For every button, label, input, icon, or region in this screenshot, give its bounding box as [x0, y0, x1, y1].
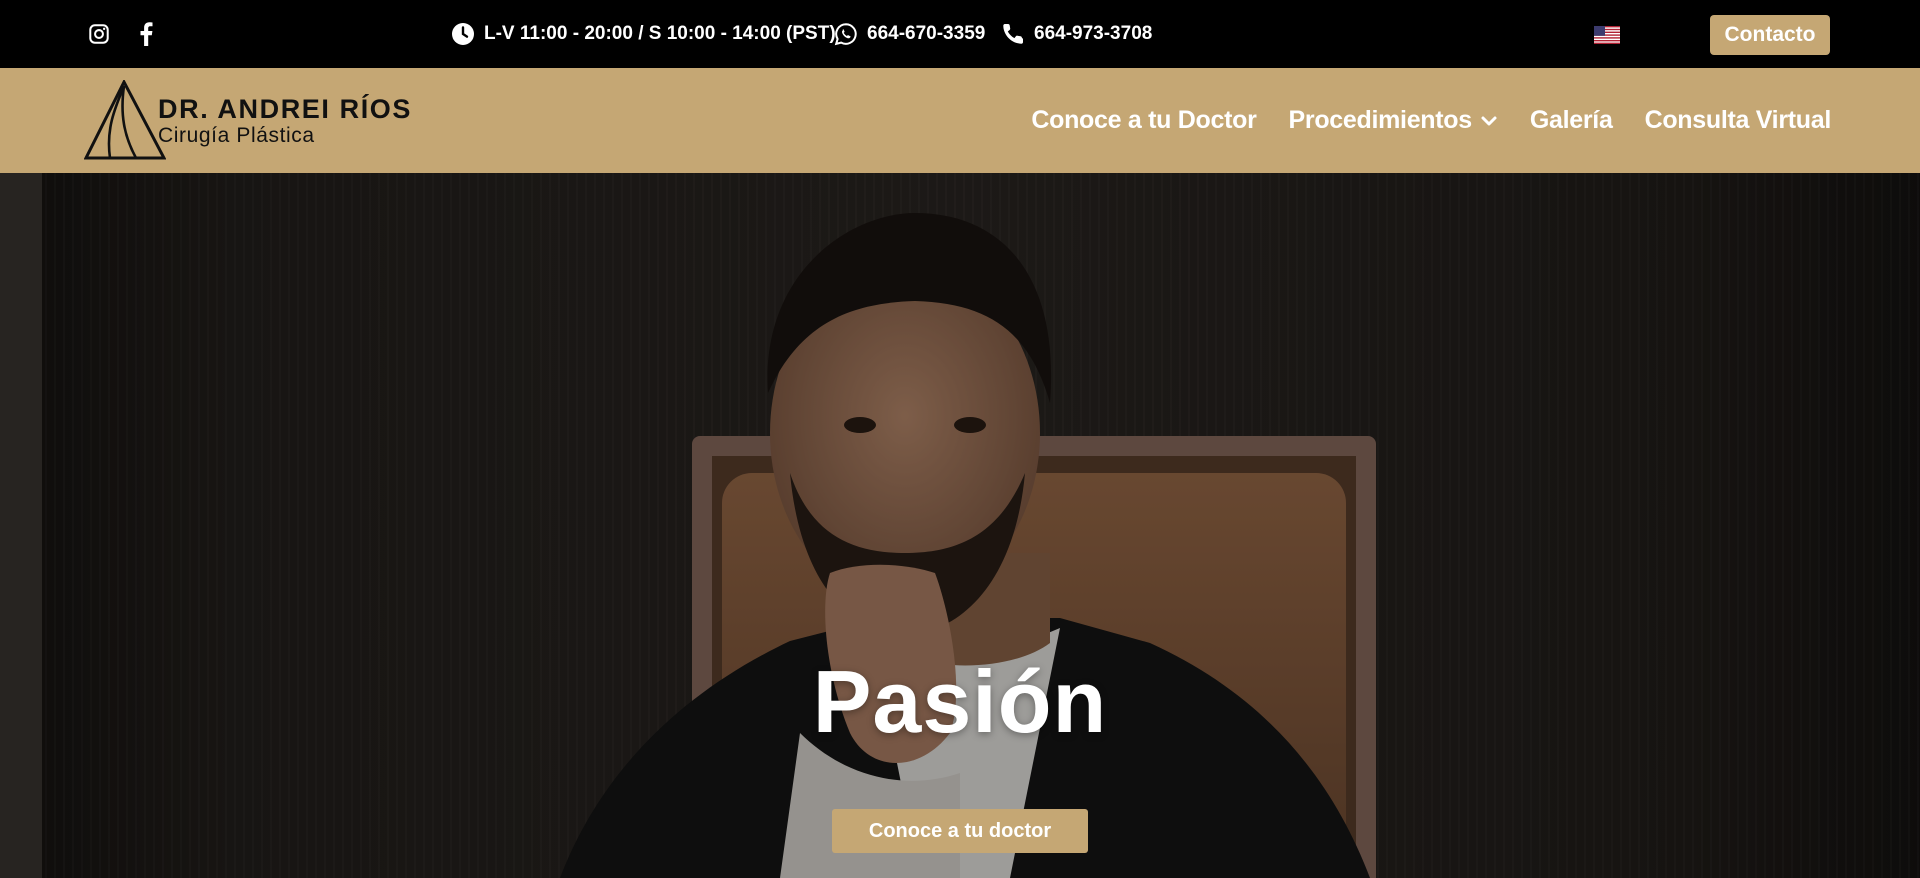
whatsapp-number: 664-670-3359 — [867, 23, 986, 44]
facebook-icon — [140, 22, 153, 46]
hours-text: L-V 11:00 - 20:00 / S 10:00 - 14:00 (PST… — [484, 23, 836, 44]
top-bar: L-V 11:00 - 20:00 / S 10:00 - 14:00 (PST… — [0, 0, 1920, 68]
logo-name: DR. ANDREI RÍOS — [158, 94, 413, 124]
contact-button[interactable]: Contacto — [1710, 15, 1830, 55]
site-logo[interactable]: DR. ANDREI RÍOS Cirugía Plástica — [84, 80, 412, 162]
nav-item-procedimientos[interactable]: Procedimientos — [1289, 106, 1498, 135]
nav-item-procedimientos-label: Procedimientos — [1288, 106, 1473, 134]
whatsapp-icon — [834, 23, 857, 46]
phone-number: 664-973-3708 — [1034, 23, 1153, 44]
instagram-link[interactable] — [85, 20, 113, 48]
main-navigation: DR. ANDREI RÍOS Cirugía Plástica Conoce … — [0, 68, 1920, 173]
nav-menu: Conoce a tu Doctor Procedimientos Galerí… — [1031, 68, 1831, 173]
hero-title: Pasión — [812, 652, 1108, 751]
logo-mark-icon — [84, 80, 166, 160]
hero-overlay — [0, 173, 1920, 878]
language-switch-us[interactable] — [1594, 26, 1620, 44]
whatsapp-contact[interactable]: 664-670-3359 — [834, 0, 985, 68]
instagram-icon — [89, 24, 109, 44]
logo-text: DR. ANDREI RÍOS Cirugía Plástica — [158, 94, 412, 148]
meet-doctor-button[interactable]: Conoce a tu doctor — [832, 809, 1088, 853]
clock-icon — [452, 23, 474, 45]
nav-item-conoce-a-tu-doctor[interactable]: Conoce a tu Doctor — [1031, 106, 1256, 135]
phone-icon — [1003, 24, 1023, 44]
phone-contact[interactable]: 664-973-3708 — [1001, 0, 1152, 68]
chevron-down-icon — [1480, 112, 1498, 130]
logo-subtitle: Cirugía Plástica — [158, 124, 315, 147]
business-hours: L-V 11:00 - 20:00 / S 10:00 - 14:00 (PST… — [451, 0, 836, 68]
nav-item-galeria[interactable]: Galería — [1530, 106, 1613, 135]
nav-item-consulta-virtual[interactable]: Consulta Virtual — [1645, 106, 1832, 135]
us-flag-icon — [1594, 26, 1620, 44]
facebook-link[interactable] — [132, 20, 160, 48]
hero-section: Pasión Conoce a tu doctor — [0, 173, 1920, 878]
